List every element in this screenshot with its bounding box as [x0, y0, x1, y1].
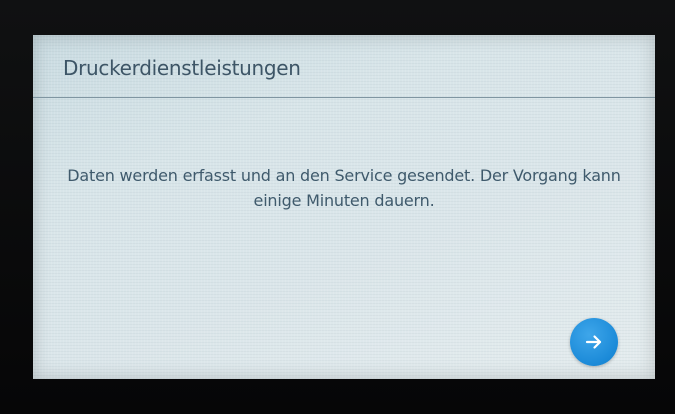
- header-divider: [33, 97, 655, 98]
- page-title: Druckerdienstleistungen: [63, 56, 301, 80]
- status-message: Daten werden erfasst und an den Service …: [67, 166, 621, 210]
- printer-panel-bezel: Druckerdienstleistungen Daten werden erf…: [0, 0, 675, 414]
- touch-screen: Druckerdienstleistungen Daten werden erf…: [33, 35, 655, 379]
- next-button[interactable]: [570, 318, 618, 366]
- arrow-right-icon: [585, 335, 602, 349]
- screen-header: Druckerdienstleistungen: [33, 35, 655, 97]
